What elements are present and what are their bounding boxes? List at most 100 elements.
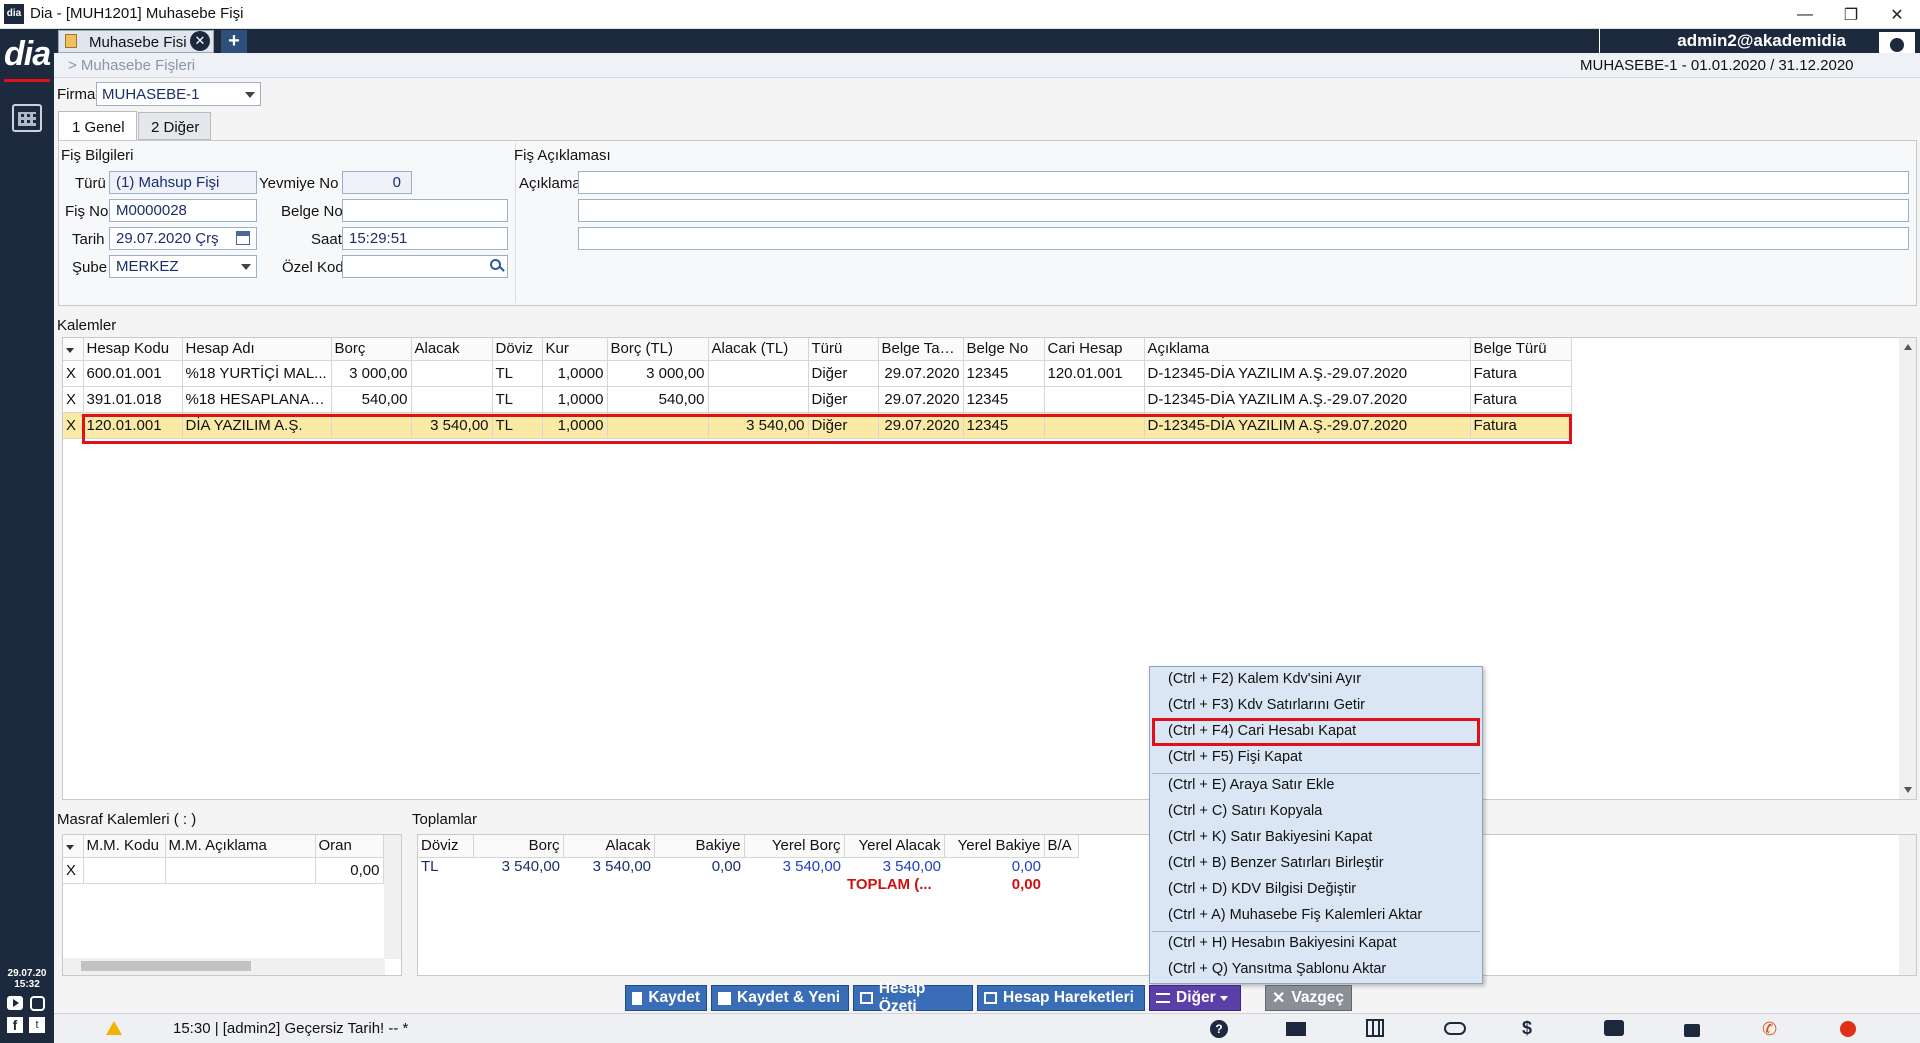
- kaydet-yeni-button[interactable]: Kaydet & Yeni: [711, 985, 849, 1011]
- col-borc[interactable]: Borç: [331, 338, 412, 361]
- column-filter[interactable]: [63, 338, 84, 361]
- masraf-hscrollbar[interactable]: [63, 958, 385, 975]
- cell[interactable]: Diğer: [808, 360, 879, 387]
- help-icon[interactable]: ?: [1210, 1020, 1228, 1038]
- cell[interactable]: 540,00: [331, 386, 412, 413]
- instagram-icon[interactable]: [30, 996, 45, 1011]
- aciklama-field-3[interactable]: [578, 227, 1909, 250]
- menu-item[interactable]: (Ctrl + F3) Kdv Satırlarını Getir: [1168, 697, 1365, 713]
- menu-item[interactable]: (Ctrl + K) Satır Bakiyesini Kapat: [1168, 829, 1372, 845]
- col-aciklama[interactable]: Açıklama: [1144, 338, 1471, 361]
- cell[interactable]: D-12345-DİA YAZILIM A.Ş.-29.07.2020: [1144, 360, 1471, 387]
- menu-item[interactable]: (Ctrl + D) KDV Bilgisi Değiştir: [1168, 881, 1356, 897]
- cell[interactable]: 29.07.2020: [878, 360, 964, 387]
- cell[interactable]: TL: [492, 386, 543, 413]
- vazgec-button[interactable]: ✕ Vazgeç: [1265, 985, 1352, 1011]
- cell[interactable]: 120.01.001: [1044, 360, 1145, 387]
- tarih-field[interactable]: [109, 227, 257, 250]
- scroll-up-icon[interactable]: [1904, 344, 1912, 350]
- add-tab-button[interactable]: +: [221, 30, 247, 53]
- currency-icon[interactable]: $: [1522, 1018, 1532, 1039]
- col-hesap-kodu[interactable]: Hesap Kodu: [83, 338, 183, 361]
- menu-item[interactable]: (Ctrl + F5) Fişi Kapat: [1168, 749, 1302, 765]
- date-picker-icon[interactable]: [236, 231, 250, 245]
- cell[interactable]: Fatura: [1470, 360, 1572, 387]
- ozelkod-field[interactable]: [342, 255, 508, 278]
- facebook-icon[interactable]: f: [7, 1017, 23, 1033]
- col-kur[interactable]: Kur: [542, 338, 608, 361]
- col-mm-aciklama[interactable]: M.M. Açıklama: [165, 835, 316, 858]
- twitter-icon[interactable]: t: [29, 1017, 45, 1033]
- cell[interactable]: 3 000,00: [331, 360, 412, 387]
- grid-icon[interactable]: [1366, 1019, 1384, 1037]
- table-row[interactable]: X 0,00: [63, 857, 384, 884]
- col-cari-hesap[interactable]: Cari Hesap: [1044, 338, 1145, 361]
- minimize-button[interactable]: —: [1782, 0, 1828, 29]
- warning-icon[interactable]: [106, 1021, 122, 1035]
- menu-item[interactable]: (Ctrl + A) Muhasebe Fiş Kalemleri Aktar: [1168, 907, 1422, 923]
- cell[interactable]: Diğer: [808, 386, 879, 413]
- col-belge-tarihi[interactable]: Belge Tarihi: [878, 338, 964, 361]
- cell[interactable]: 0,00: [315, 857, 384, 884]
- tab-diger[interactable]: 2 Diğer: [138, 112, 211, 140]
- menu-item[interactable]: (Ctrl + C) Satırı Kopyala: [1168, 803, 1322, 819]
- chat-icon[interactable]: [1604, 1020, 1624, 1036]
- mail-icon[interactable]: [1286, 1022, 1306, 1036]
- cell[interactable]: D-12345-DİA YAZILIM A.Ş.-29.07.2020: [1144, 386, 1471, 413]
- tab-genel[interactable]: 1 Genel: [58, 111, 137, 141]
- col-alacak[interactable]: Alacak: [411, 338, 493, 361]
- hesap-hareketleri-button[interactable]: Hesap Hareketleri: [977, 985, 1145, 1011]
- breadcrumb[interactable]: > Muhasebe Fişleri: [68, 57, 195, 74]
- col-hesap-adi[interactable]: Hesap Adı: [182, 338, 332, 361]
- close-window-button[interactable]: ✕: [1874, 0, 1920, 29]
- calendar-icon[interactable]: [12, 104, 42, 132]
- scroll-down-icon[interactable]: [1904, 787, 1912, 793]
- toplamlar-scrollbar[interactable]: [1899, 835, 1916, 975]
- cell[interactable]: %18 HESAPLANAN ...: [182, 386, 332, 413]
- cloud-sync-icon[interactable]: [1444, 1022, 1466, 1035]
- sube-select[interactable]: MERKEZ: [109, 255, 257, 278]
- saat-field[interactable]: [342, 227, 508, 250]
- masraf-vscrollbar[interactable]: [384, 835, 401, 959]
- cell[interactable]: [83, 857, 166, 884]
- cell[interactable]: 1,0000: [542, 360, 608, 387]
- turu-field[interactable]: [109, 171, 257, 194]
- col-alacak-tl[interactable]: Alacak (TL): [708, 338, 809, 361]
- col-belge-no[interactable]: Belge No: [963, 338, 1045, 361]
- cell[interactable]: [411, 386, 493, 413]
- record-icon[interactable]: [1840, 1021, 1856, 1037]
- col-borc-tl[interactable]: Borç (TL): [607, 338, 709, 361]
- cell[interactable]: 12345: [963, 360, 1045, 387]
- col-turu[interactable]: Türü: [808, 338, 879, 361]
- firma-select[interactable]: MUHASEBE-1: [96, 82, 261, 106]
- col-doviz[interactable]: Döviz: [492, 338, 543, 361]
- kalemler-scrollbar[interactable]: [1899, 338, 1916, 799]
- cell[interactable]: 29.07.2020: [878, 386, 964, 413]
- cell[interactable]: 12345: [963, 386, 1045, 413]
- maximize-button[interactable]: ❐: [1828, 0, 1874, 29]
- menu-item[interactable]: (Ctrl + B) Benzer Satırları Birleştir: [1168, 855, 1384, 871]
- lock-icon[interactable]: [1684, 1024, 1700, 1037]
- menu-item[interactable]: (Ctrl + Q) Yansıtma Şablonu Aktar: [1168, 961, 1386, 977]
- youtube-icon[interactable]: [7, 996, 23, 1010]
- phone-icon[interactable]: ✆: [1762, 1019, 1777, 1040]
- cell[interactable]: 391.01.018: [83, 386, 183, 413]
- cell[interactable]: [411, 360, 493, 387]
- cell[interactable]: 1,0000: [542, 386, 608, 413]
- col-mm-kodu[interactable]: M.M. Kodu: [83, 835, 166, 858]
- cell[interactable]: [708, 386, 809, 413]
- col-oran[interactable]: Oran: [315, 835, 384, 858]
- kaydet-button[interactable]: Kaydet: [625, 985, 707, 1011]
- cell[interactable]: TL: [492, 360, 543, 387]
- table-row[interactable]: X 391.01.018 %18 HESAPLANAN ... 540,00 TL 1,0…: [63, 386, 1572, 413]
- col-belge-turu[interactable]: Belge Türü: [1470, 338, 1572, 361]
- diger-menu-button[interactable]: Diğer: [1149, 985, 1241, 1011]
- menu-item[interactable]: (Ctrl + E) Araya Satır Ekle: [1168, 777, 1334, 793]
- cell[interactable]: 540,00: [607, 386, 709, 413]
- cell[interactable]: %18 YURTİÇİ MAL...: [182, 360, 332, 387]
- cell[interactable]: [708, 360, 809, 387]
- cell[interactable]: [1044, 386, 1145, 413]
- fisno-field[interactable]: [109, 199, 257, 222]
- column-filter[interactable]: [63, 835, 84, 858]
- table-row[interactable]: X 600.01.001 %18 YURTİÇİ MAL... 3 000,00 TL 1…: [63, 360, 1572, 387]
